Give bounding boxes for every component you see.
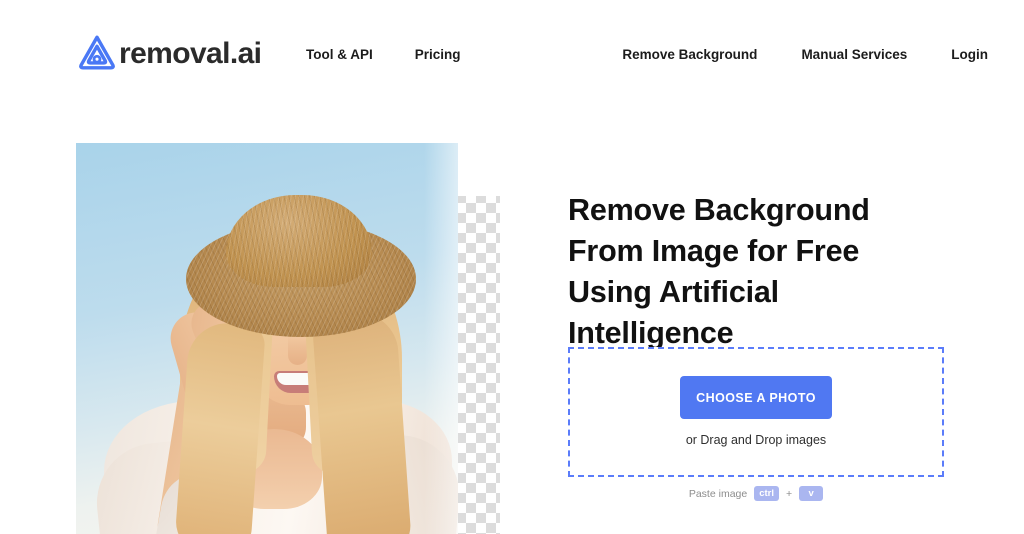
hero-content: Remove Background From Image for Free Us… (568, 190, 968, 501)
page-title: Remove Background From Image for Free Us… (568, 193, 870, 350)
drag-drop-hint: or Drag and Drop images (685, 433, 827, 447)
page-root: removal.ai Tool & API Pricing Remove Bac… (0, 0, 1024, 534)
paste-image-hint: Paste image ctrl + v (568, 486, 944, 501)
nav-link-tool-api[interactable]: Tool & API (306, 46, 373, 63)
hair-strand-left (174, 320, 266, 534)
hero-preview-image (76, 143, 500, 534)
brand-logo-link[interactable]: removal.ai (76, 31, 262, 75)
nav-link-manual-services[interactable]: Manual Services (801, 46, 907, 63)
site-header: removal.ai Tool & API Pricing Remove Bac… (0, 0, 1024, 108)
subject-photo (76, 143, 458, 534)
removal-ai-logo-icon (79, 35, 115, 70)
hair-strand-right (311, 310, 413, 534)
photo-edge-fade (424, 143, 458, 534)
straw-hat-crown (226, 195, 372, 287)
key-badge-v: v (799, 486, 824, 501)
nose (288, 335, 307, 365)
nav-link-remove-background[interactable]: Remove Background (622, 46, 757, 63)
brand-name: removal.ai (119, 37, 262, 70)
key-badge-ctrl: ctrl (754, 486, 780, 501)
nav-link-pricing[interactable]: Pricing (415, 46, 461, 63)
nav-link-login[interactable]: Login (951, 46, 988, 63)
paste-image-label: Paste image (688, 487, 748, 500)
upload-dropzone[interactable]: CHOOSE A PHOTO or Drag and Drop images (568, 347, 944, 477)
key-separator: + (786, 487, 793, 500)
primary-nav-left: Tool & API Pricing (306, 46, 461, 63)
subject-figure (76, 143, 458, 534)
primary-nav-right: Remove Background Manual Services Login (622, 46, 988, 63)
choose-a-photo-button[interactable]: CHOOSE A PHOTO (680, 376, 832, 419)
